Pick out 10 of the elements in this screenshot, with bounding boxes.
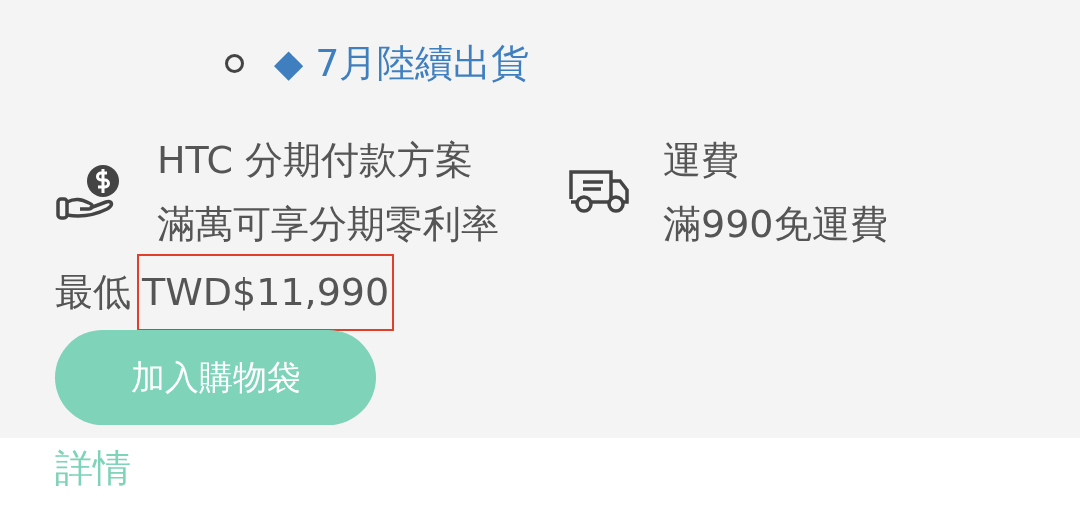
feature-title: HTC 分期付款方案 (157, 137, 475, 184)
details-link[interactable]: 詳情 (55, 440, 131, 497)
price-label: 最低 (55, 268, 131, 316)
bullet-icon (225, 53, 244, 73)
add-to-bag-button[interactable]: 加入購物袋 (55, 330, 376, 425)
feature-detail: 滿990免運費 (663, 201, 888, 248)
feature-detail: 滿萬可享分期零利率 (157, 201, 499, 248)
shipping-note: ◆ 7月陸續出貨 (274, 44, 530, 82)
feature-title: 運費 (663, 137, 740, 184)
truck-icon (569, 169, 629, 215)
